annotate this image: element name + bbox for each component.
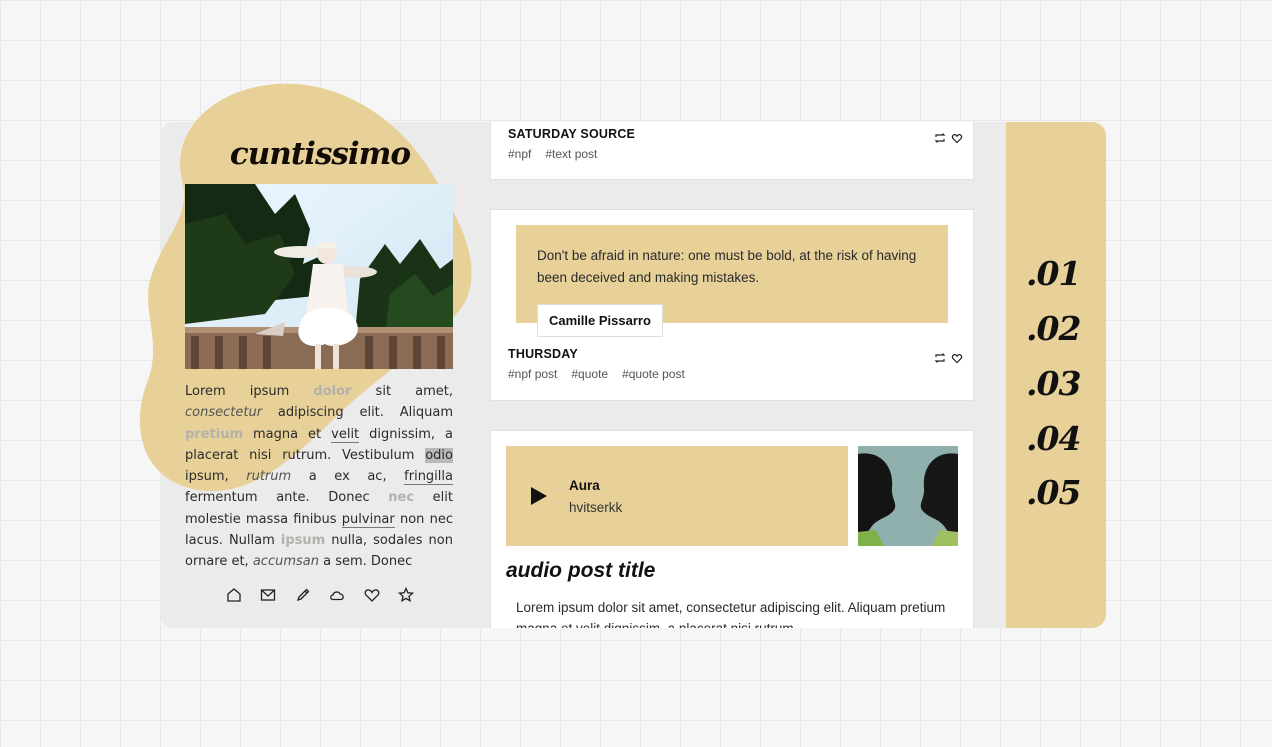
post-title[interactable]: SATURDAY SOURCE <box>508 127 635 141</box>
nav-link-01[interactable]: .01 <box>1026 254 1081 293</box>
blog-title[interactable]: cuntissimo <box>160 136 480 172</box>
tag-link[interactable]: #text post <box>545 147 597 161</box>
star-icon[interactable] <box>397 586 415 604</box>
reblog-icon[interactable] <box>934 129 946 143</box>
post-actions <box>934 129 963 144</box>
tag-link[interactable]: #quote post <box>622 367 685 381</box>
nav-link-05[interactable]: .05 <box>1026 473 1081 512</box>
tag-link[interactable]: #quote <box>571 367 608 381</box>
audio-player: Aura hvitserkk <box>506 446 848 546</box>
audio-post: Aura hvitserkk audio post title Lorem ip… <box>490 430 974 628</box>
nav-link-04[interactable]: .04 <box>1026 419 1081 458</box>
album-art <box>858 446 958 546</box>
nav-link-03[interactable]: .03 <box>1026 364 1081 403</box>
nav-link-02[interactable]: .02 <box>1026 309 1081 348</box>
quote-post: Don't be afraid in nature: one must be b… <box>490 209 974 401</box>
track-name: Aura <box>569 478 600 493</box>
page-navigation: .01 .02 .03 .04 .05 <box>1006 122 1106 628</box>
post-actions <box>934 349 963 364</box>
post-title[interactable]: THURSDAY <box>508 347 578 361</box>
quote-source: Camille Pissarro <box>537 304 663 337</box>
sidebar-photo <box>185 184 453 369</box>
play-icon[interactable] <box>531 487 547 505</box>
artist-name: hvitserkk <box>569 500 623 515</box>
quote-text: Don't be afraid in nature: one must be b… <box>537 248 917 285</box>
post-tags: #npf post #quote #quote post <box>508 367 685 381</box>
like-icon[interactable] <box>951 349 963 364</box>
tag-link[interactable]: #npf post <box>508 367 557 381</box>
audio-post-body: Lorem ipsum dolor sit amet, consectetur … <box>516 600 946 628</box>
post-feed: SATURDAY SOURCE #npf #text post Don't be… <box>490 122 974 628</box>
cloud-icon[interactable] <box>328 586 346 604</box>
text-post: SATURDAY SOURCE #npf #text post <box>490 122 974 180</box>
mail-icon[interactable] <box>259 586 277 604</box>
pencil-icon[interactable] <box>294 586 312 604</box>
heart-icon[interactable] <box>363 586 381 604</box>
tag-link[interactable]: #npf <box>508 147 531 161</box>
sidebar: cuntissimo Lorem ipsum dolor sit amet, c… <box>160 122 480 628</box>
reblog-icon[interactable] <box>934 349 946 363</box>
sidebar-icon-bar <box>225 586 415 606</box>
post-tags: #npf #text post <box>508 147 597 161</box>
bio-link[interactable]: fringilla <box>404 469 453 486</box>
home-icon[interactable] <box>225 586 243 604</box>
bio-link[interactable]: pulvinar <box>341 511 395 528</box>
like-icon[interactable] <box>951 129 963 144</box>
bio-link[interactable]: velit <box>331 426 360 443</box>
audio-post-title[interactable]: audio post title <box>506 559 655 583</box>
bio-text: Lorem ipsum dolor sit amet, consectetur … <box>185 384 453 570</box>
